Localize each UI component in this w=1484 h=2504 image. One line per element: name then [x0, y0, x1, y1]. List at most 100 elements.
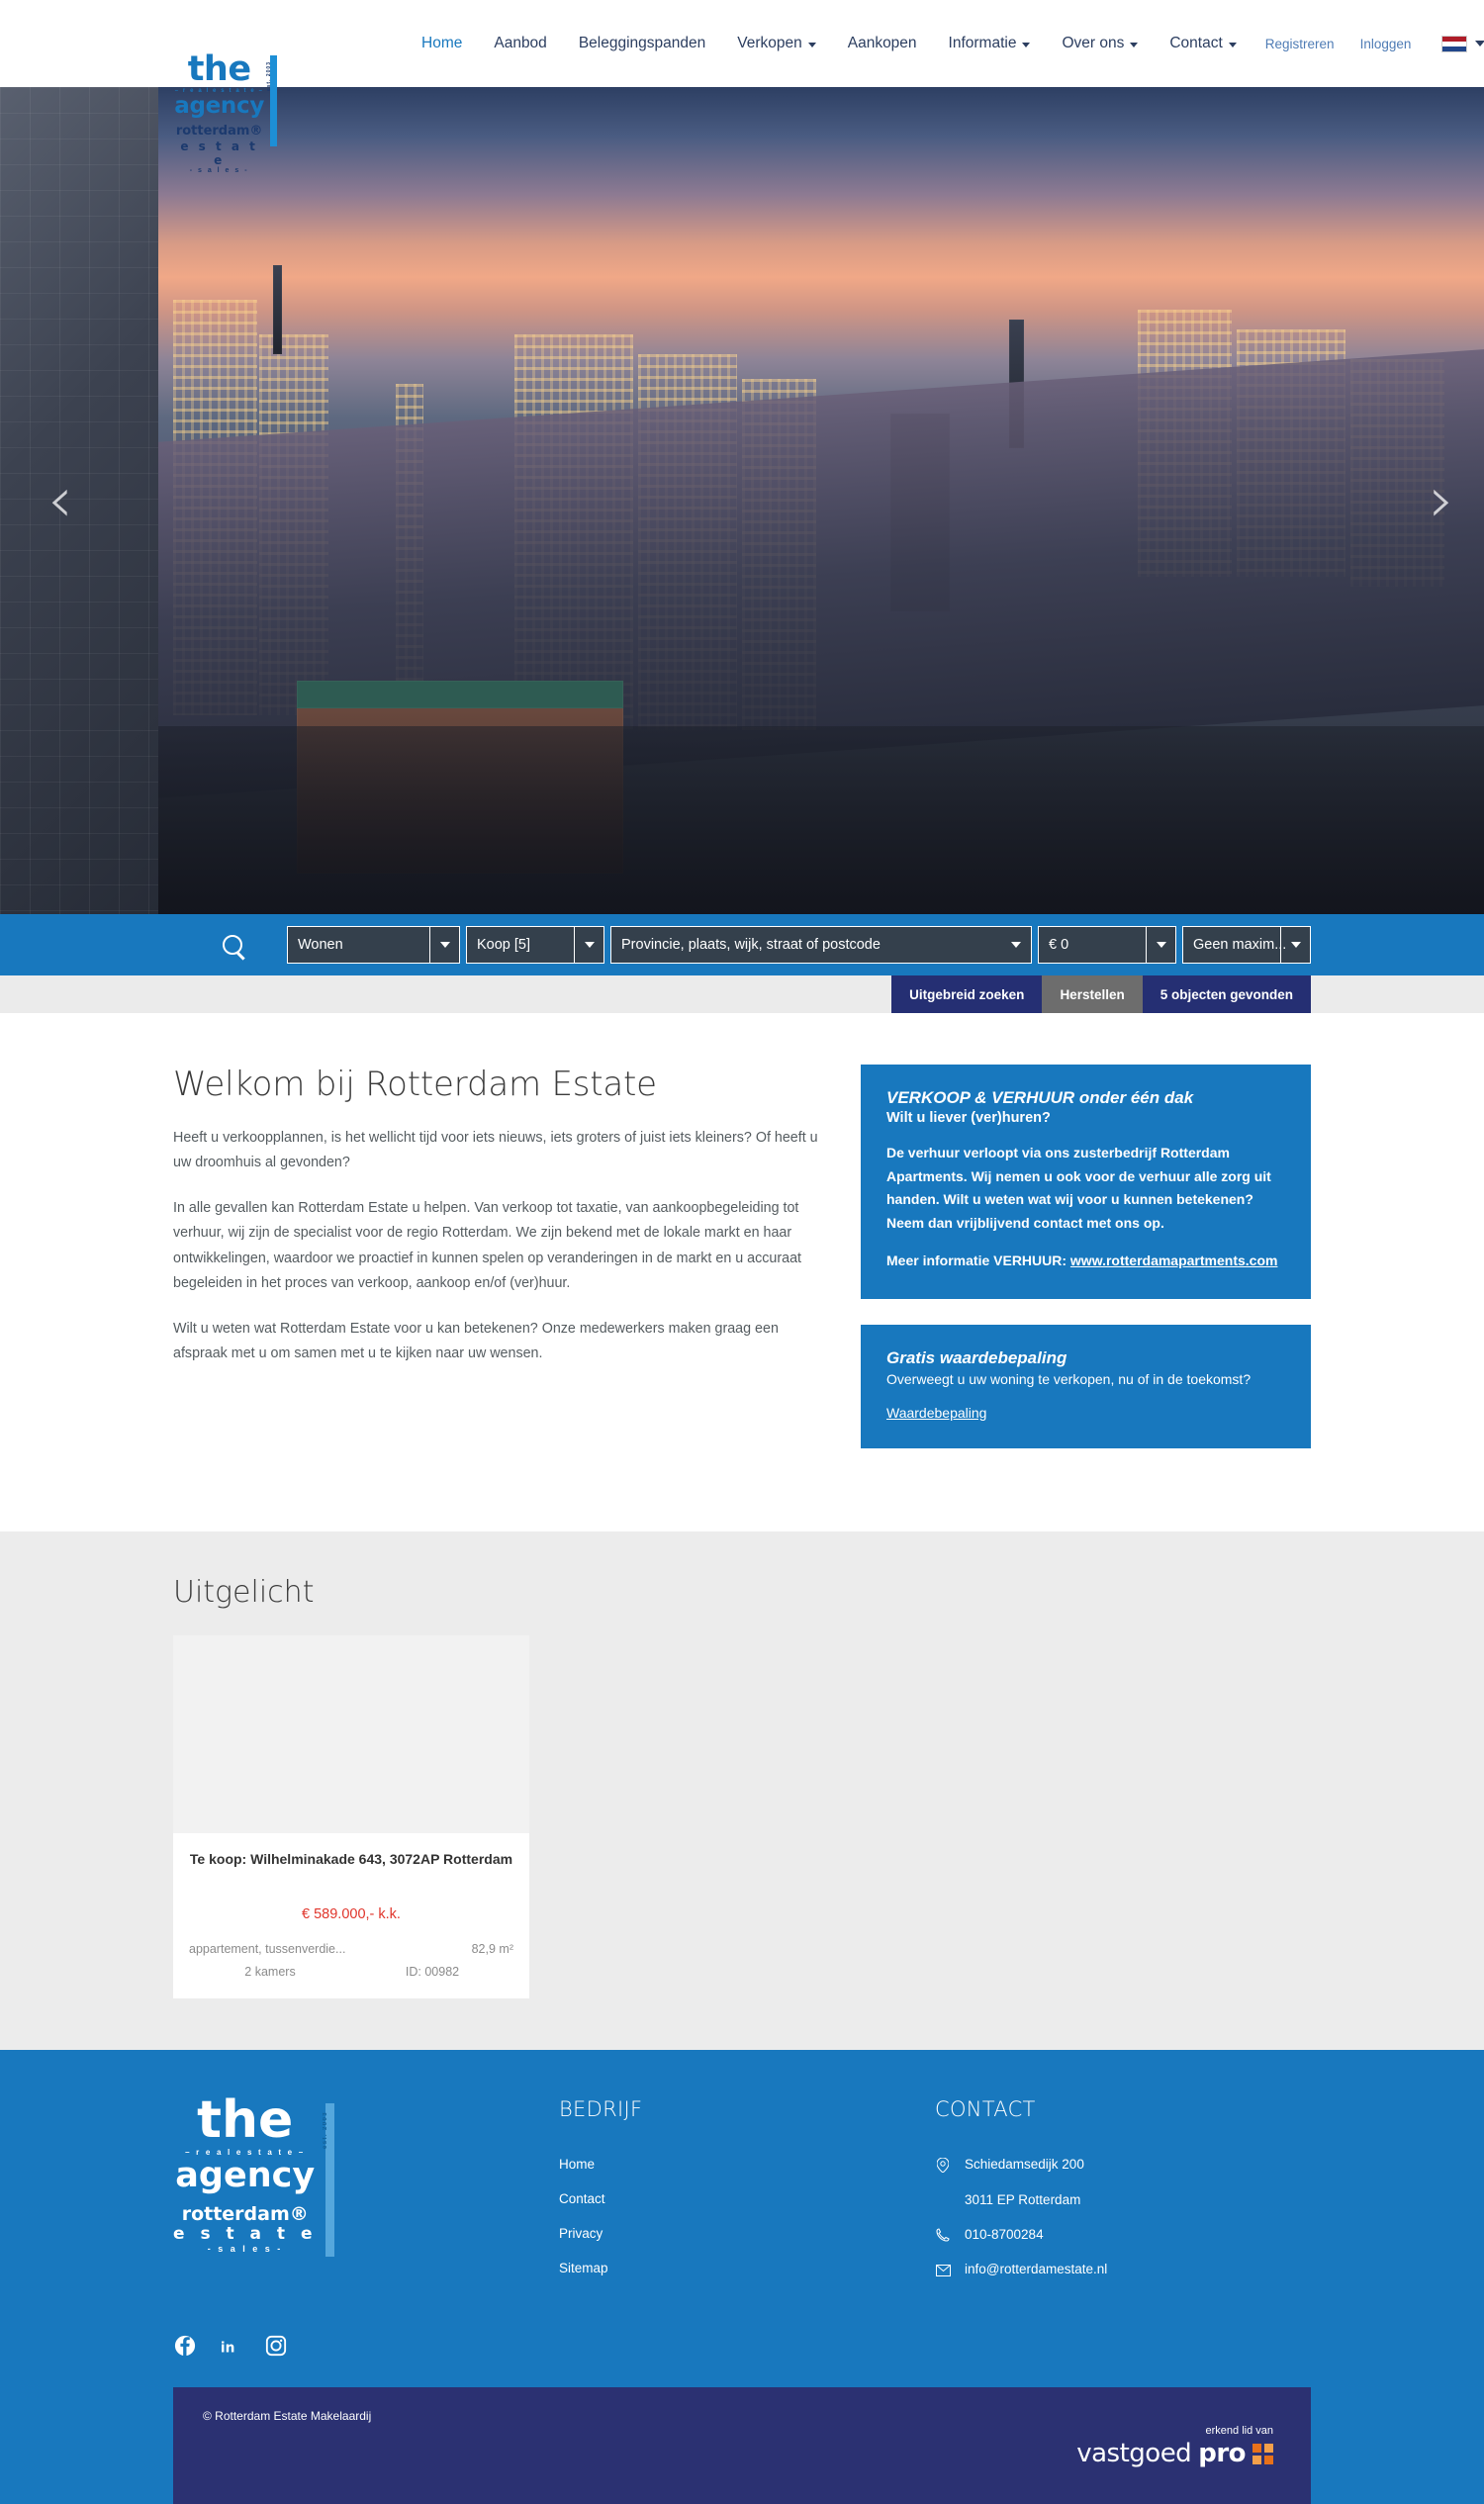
property-id: ID: 00982 [405, 1965, 460, 1980]
welcome-paragraph-3: Wilt u weten wat Rotterdam Estate voor u… [173, 1320, 779, 1362]
nav-item-inloggen[interactable]: Inloggen [1347, 37, 1425, 51]
location-pin-icon [935, 2157, 951, 2174]
footer-link-privacy[interactable]: Privacy [559, 2226, 935, 2241]
footer-link-contact[interactable]: Contact [559, 2191, 935, 2206]
property-price: € 589.000,- k.k. [302, 1905, 401, 1922]
info-box-waardebepaling-title: Gratis waardebepaling [886, 1347, 1067, 1367]
nav-label: Verkopen [737, 35, 802, 51]
nav-item-verkopen[interactable]: Verkopen [721, 35, 832, 52]
welcome-paragraph-2: In alle gevallen kan Rotterdam Estate u … [173, 1199, 802, 1292]
site-logo[interactable]: the – r e a l e s t a t e – agency rotte… [173, 34, 277, 182]
rotterdam-apartments-link[interactable]: www.rotterdamapartments.com [1070, 1252, 1278, 1268]
nav-item-informatie[interactable]: Informatie [933, 35, 1047, 52]
info-box-verhuur-more: Meer informatie VERHUUR: www.rotterdamap… [886, 1250, 1285, 1273]
reset-search-button[interactable]: Herstellen [1042, 975, 1143, 1013]
nav-label: Inloggen [1359, 36, 1412, 51]
footer-contact-heading: CONTACT [935, 2097, 1036, 2122]
property-search-bar: Wonen Koop [5] Provincie, plaats, wijk, … [0, 914, 1484, 975]
hero-next-button[interactable]: › [1429, 469, 1454, 532]
chevron-down-icon [1475, 41, 1484, 46]
welcome-paragraph-1: Heeft u verkoopplannen, is het wellicht … [173, 1130, 818, 1171]
footer-logo[interactable]: the – r e a l e s t a t e – agency rotte… [173, 2094, 559, 2296]
footer-logo-word-sales: - s a l e s - [207, 2244, 283, 2255]
nav-item-contact[interactable]: Contact [1154, 35, 1252, 52]
logo-accent-bar: est. 2003 [266, 55, 277, 146]
footer-social-links: in [173, 2334, 1311, 2358]
partner-name: vastgoed pro [1076, 2439, 1273, 2468]
footer-address-line1: Schiedamsedijk 200 [965, 2157, 1084, 2173]
instagram-icon[interactable] [264, 2334, 288, 2358]
footer-address-row: Schiedamsedijk 200 [935, 2157, 1311, 2174]
property-image [173, 1634, 529, 1833]
search-price-max-select[interactable]: Geen maxim... [1182, 926, 1311, 964]
nav-item-home[interactable]: Home [406, 35, 478, 52]
dutch-flag-icon [1441, 35, 1468, 52]
sidebar-column: VERKOOP & VERHUUR onder één dak Wilt u l… [861, 1065, 1311, 1474]
info-box-verhuur-subtitle: Wilt u liever (ver)huren? [886, 1110, 1051, 1126]
footer-address-line2: 3011 EP Rotterdam [965, 2192, 1081, 2208]
nav-label: Contact [1169, 35, 1223, 51]
chevron-down-icon [429, 927, 459, 963]
chevron-down-icon [574, 927, 603, 963]
search-price-min-select[interactable]: € 0 [1038, 926, 1176, 964]
footer-email-row[interactable]: info@rotterdamestate.nl [935, 2262, 1311, 2276]
main-content: Welkom bij Rotterdam Estate Heeft u verk… [0, 1013, 1484, 1531]
partner-badge: erkend lid van vastgoed pro [1076, 2425, 1273, 2468]
footer-link-sitemap[interactable]: Sitemap [559, 2261, 935, 2275]
site-header: the – r e a l e s t a t e – agency rotte… [0, 0, 1484, 174]
partner-name-light: vastgoed [1076, 2439, 1192, 2469]
property-card[interactable]: Te koop: Wilhelminakade 643, 3072AP Rott… [173, 1634, 529, 1999]
search-type-value: Wonen [298, 937, 343, 953]
chevron-down-icon [1280, 927, 1310, 963]
search-submit-button[interactable] [178, 935, 287, 955]
footer-company-heading: BEDRIJF [559, 2097, 643, 2122]
hero-prev-button[interactable]: ‹ [47, 469, 73, 532]
logo-word-estate: e s t a t e [180, 139, 258, 167]
site-footer: the – r e a l e s t a t e – agency rotte… [0, 2050, 1484, 2388]
property-type: appartement, tussenverdie... [189, 1941, 346, 1956]
facebook-icon[interactable] [173, 2334, 197, 2358]
nav-item-aanbod[interactable]: Aanbod [478, 35, 562, 52]
nav-label: Registreren [1264, 36, 1335, 51]
nav-label: Informatie [948, 35, 1017, 51]
search-type-select[interactable]: Wonen [287, 926, 460, 964]
footer-logo-accent-bar: est. 2003 [322, 2103, 334, 2258]
footer-contact-column: CONTACT Schiedamsedijk 200 3011 EP Rotte… [935, 2097, 1311, 2296]
nav-item-registreren[interactable]: Registreren [1252, 37, 1347, 51]
nav-item-beleggingspanden[interactable]: Beleggingspanden [563, 35, 721, 52]
logo-word-sales: - s a l e s - [189, 167, 249, 175]
footer-logo-word-rotterdam: rotterdam® [181, 2202, 309, 2225]
copyright-text: © Rotterdam Estate Makelaardij [203, 2409, 372, 2424]
phone-icon [935, 2227, 951, 2243]
main-navigation: Home Aanbod Beleggingspanden Verkopen Aa… [406, 35, 1484, 52]
nav-item-over-ons[interactable]: Over ons [1046, 35, 1154, 52]
logo-word-the: the [187, 49, 251, 89]
linkedin-icon[interactable]: in [219, 2334, 242, 2358]
waardebepaling-link[interactable]: Waardebepaling [886, 1405, 986, 1421]
hero-foreground-building [0, 87, 158, 914]
mail-icon [935, 2262, 951, 2276]
search-results-button[interactable]: 5 objecten gevonden [1142, 975, 1311, 1013]
welcome-column: Welkom bij Rotterdam Estate Heeft u verk… [173, 1065, 821, 1474]
footer-logo-est-year: est. 2003 [322, 2111, 328, 2150]
footer-link-home[interactable]: Home [559, 2157, 935, 2172]
advanced-search-button[interactable]: Uitgebreid zoeken [891, 975, 1043, 1013]
footer-bottom-bar: © Rotterdam Estate Makelaardij erkend li… [173, 2387, 1311, 2504]
info-box-verhuur-title: VERKOOP & VERHUUR onder één dak [886, 1088, 1194, 1107]
search-offer-select[interactable]: Koop [5] [466, 926, 604, 964]
property-rooms: 2 kamers [244, 1965, 296, 1980]
nav-label: Over ons [1062, 35, 1125, 51]
logo-word-agency: agency [174, 93, 265, 120]
nav-item-aankopen[interactable]: Aankopen [832, 35, 933, 52]
logo-text: the – r e a l e s t a t e – agency rotte… [173, 34, 265, 174]
vastgoedpro-logo-icon [1252, 2443, 1273, 2464]
info-box-waardebepaling: Gratis waardebepaling Overweegt u uw won… [861, 1324, 1311, 1448]
svg-text:in: in [221, 2341, 235, 2357]
chevron-down-icon [1228, 42, 1237, 47]
search-location-input[interactable]: Provincie, plaats, wijk, straat of postc… [610, 926, 1032, 964]
featured-section: Uitgelicht Te koop: Wilhelminakade 643, … [0, 1530, 1484, 2051]
search-price-min-value: € 0 [1049, 937, 1069, 953]
footer-phone-row[interactable]: 010-8700284 [935, 2227, 1311, 2242]
language-switcher[interactable] [1441, 35, 1484, 52]
search-icon [223, 935, 242, 955]
